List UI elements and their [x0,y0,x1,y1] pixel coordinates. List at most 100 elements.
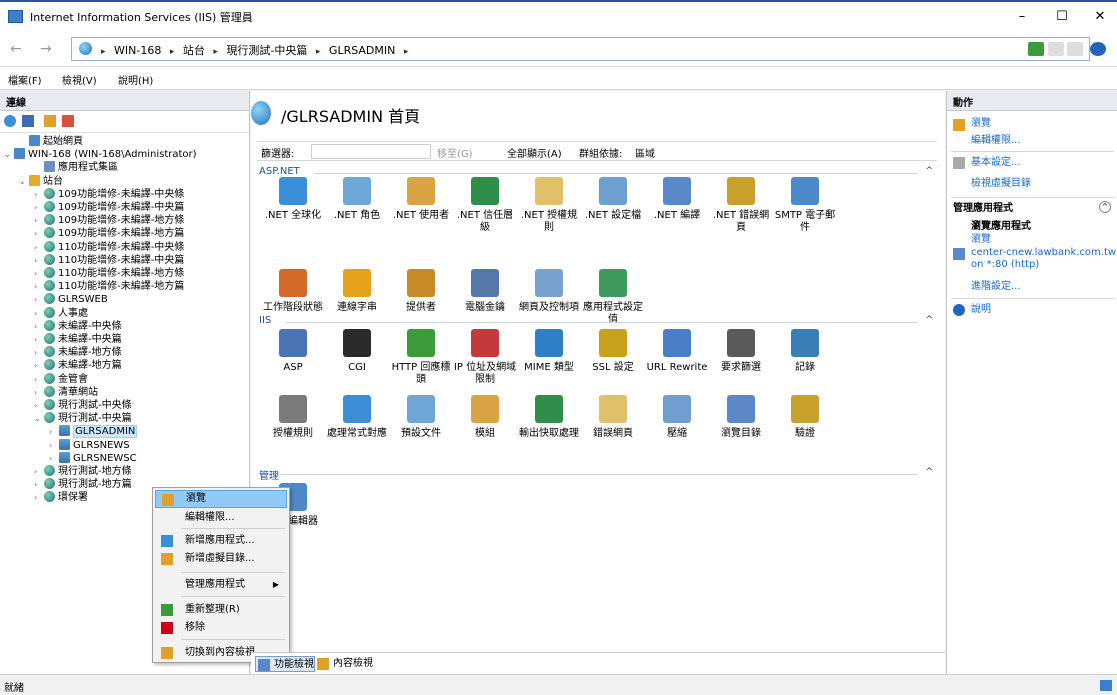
tree-item[interactable]: 起始網頁 [19,135,83,148]
tree-item[interactable]: › 未編譯-地方篇 [34,359,122,372]
tab-features-view[interactable]: 功能檢視 [255,656,315,672]
feature-item[interactable]: 預設文件 [389,395,453,440]
collapse-caret-icon[interactable]: ^ [925,166,933,176]
breadcrumb-item[interactable]: 站台 [183,44,205,57]
tree-item[interactable]: 應用程式集區 [34,161,118,174]
collapse-arrow-icon[interactable]: › [49,439,59,452]
breadcrumb-item[interactable]: 現行測試-中央篇 [226,44,307,57]
collapse-arrow-icon[interactable]: › [34,320,44,333]
collapse-arrow-icon[interactable]: › [34,465,44,478]
menu-help[interactable]: 說明(H) [118,72,153,87]
stop-icon[interactable] [1048,42,1064,56]
add-application-menu-item[interactable]: 新增應用程式... [155,532,287,550]
collapse-arrow-icon[interactable]: › [34,201,44,214]
breadcrumb-item[interactable]: GLRSADMIN [329,44,395,57]
menu-view[interactable]: 檢視(V) [62,72,97,87]
collapse-arrow-icon[interactable]: › [34,267,44,280]
add-virtual-directory-menu-item[interactable]: 新增虛擬目錄... [155,550,287,568]
feature-item[interactable]: 處理常式對應 [325,395,389,440]
expand-arrow-icon[interactable]: ⌄ [34,412,44,425]
tree-item[interactable]: › 110功能增修-未編譯-地方條 [34,267,184,280]
feature-item[interactable]: ASP [261,329,325,374]
collapse-arrow-icon[interactable]: › [34,188,44,201]
expand-arrow-icon[interactable]: ⌄ [19,175,29,188]
feature-item[interactable]: CGI [325,329,389,374]
collapse-arrow-icon[interactable]: › [34,346,44,359]
tree-item[interactable]: › 未編譯-中央篇 [34,333,122,346]
connect-icon[interactable] [4,115,16,127]
tree-item[interactable]: › 清華網站 [34,385,98,399]
tree-item[interactable]: › GLRSWEB [34,293,108,306]
tree-item[interactable]: › 未編譯-地方條 [34,346,122,359]
up-icon[interactable] [44,115,56,127]
advanced-settings-link[interactable]: 進階設定... [971,281,1021,293]
feature-item[interactable]: 授權規則 [261,395,325,440]
feature-item[interactable]: .NET 設定檔 [581,177,645,222]
collapse-button[interactable]: ^ [1099,201,1111,213]
tree-item[interactable]: › 109功能增修-未編譯-中央篇 [34,201,184,214]
binding-link[interactable]: center-cnew.lawbank.com.tw [971,247,1116,259]
tree-item[interactable]: ⌄ WIN-168 (WIN-168\Administrator) [4,148,197,161]
browse-app-sub[interactable]: 瀏覽 [971,234,991,246]
collapse-caret-icon[interactable]: ^ [925,467,933,477]
refresh-icon[interactable] [1028,42,1044,56]
refresh-menu-item[interactable]: 重新整理(R) [155,601,287,619]
collapse-arrow-icon[interactable]: › [34,254,44,267]
feature-item[interactable]: URL Rewrite [645,329,709,374]
tree-item[interactable]: › 未編譯-中央條 [34,319,122,333]
maximize-button[interactable]: ☐ [1052,8,1072,26]
browse-link[interactable]: 瀏覽 [971,118,991,130]
breadcrumb-item[interactable]: WIN-168 [114,44,161,57]
help-icon[interactable] [1090,42,1106,56]
feature-item[interactable]: HTTP 回應標頭 [389,329,453,386]
tree-item[interactable]: › GLRSNEWS [49,438,130,452]
feature-item[interactable]: .NET 使用者 [389,177,453,222]
group-by-select[interactable]: 區域 [635,145,655,160]
collapse-arrow-icon[interactable]: › [34,241,44,254]
feature-item[interactable]: .NET 角色 [325,177,389,222]
tree-item[interactable]: › 現行測試-中央條 [34,399,132,412]
collapse-arrow-icon[interactable]: › [34,333,44,346]
show-all-button[interactable]: 全部顯示(A) [507,145,562,160]
tree-item[interactable]: › 環保署 [34,491,88,504]
feature-item[interactable]: 工作階段狀態 [261,269,325,314]
collapse-arrow-icon[interactable]: › [34,373,44,386]
tree-item[interactable]: › GLRSNEWSC [49,451,137,465]
collapse-caret-icon[interactable]: ^ [925,315,933,325]
edit-permissions-menu-item[interactable]: 編輯權限... [155,509,287,527]
tree-item[interactable]: › 現行測試-地方條 [34,465,132,478]
feature-item[interactable]: IP 位址及網域限制 [453,329,517,386]
collapse-arrow-icon[interactable]: › [34,227,44,240]
close-button[interactable]: ✕ [1090,8,1110,26]
view-virtual-dirs-link[interactable]: 檢視虛擬目錄 [971,178,1031,190]
binding-link[interactable]: on *:80 (http) [971,259,1039,271]
edit-permissions-link[interactable]: 編輯權限... [971,135,1021,147]
feature-item[interactable]: 輸出快取處理 [517,395,581,440]
feature-item[interactable]: .NET 編譯 [645,177,709,222]
collapse-arrow-icon[interactable]: › [34,399,44,412]
collapse-arrow-icon[interactable]: › [49,452,59,465]
collapse-arrow-icon[interactable]: › [34,307,44,320]
feature-item[interactable]: SMTP 電子郵件 [773,177,837,234]
collapse-arrow-icon[interactable]: › [34,359,44,372]
basic-settings-link[interactable]: 基本設定... [971,157,1021,169]
feature-item[interactable]: 提供者 [389,269,453,314]
feature-item[interactable]: .NET 錯誤網頁 [709,177,773,234]
tree-item[interactable]: › 110功能增修-未編譯-地方篇 [34,280,184,293]
feature-item[interactable]: 錯誤網頁 [581,395,645,440]
feature-item[interactable]: SSL 設定 [581,329,645,374]
collapse-arrow-icon[interactable]: › [34,293,44,306]
tree-item[interactable]: › 金管會 [34,372,88,386]
section-header[interactable]: 管理 ^ [259,467,933,482]
section-header[interactable]: IIS ^ [259,315,933,329]
tree-item[interactable]: ⌄ 站台 [19,174,63,188]
minimize-button[interactable]: – [1012,8,1032,26]
feature-item[interactable]: .NET 授權規則 [517,177,581,234]
feature-item[interactable]: 驗證 [773,395,837,440]
tree-item[interactable]: › 109功能增修-未編譯-地方篇 [34,227,184,240]
tree-item[interactable]: › 人事處 [34,306,88,320]
remove-menu-item[interactable]: 移除 [155,619,287,637]
forward-button[interactable]: → [40,41,52,57]
feature-item[interactable]: 瀏覽目錄 [709,395,773,440]
back-button[interactable]: ← [10,41,22,57]
